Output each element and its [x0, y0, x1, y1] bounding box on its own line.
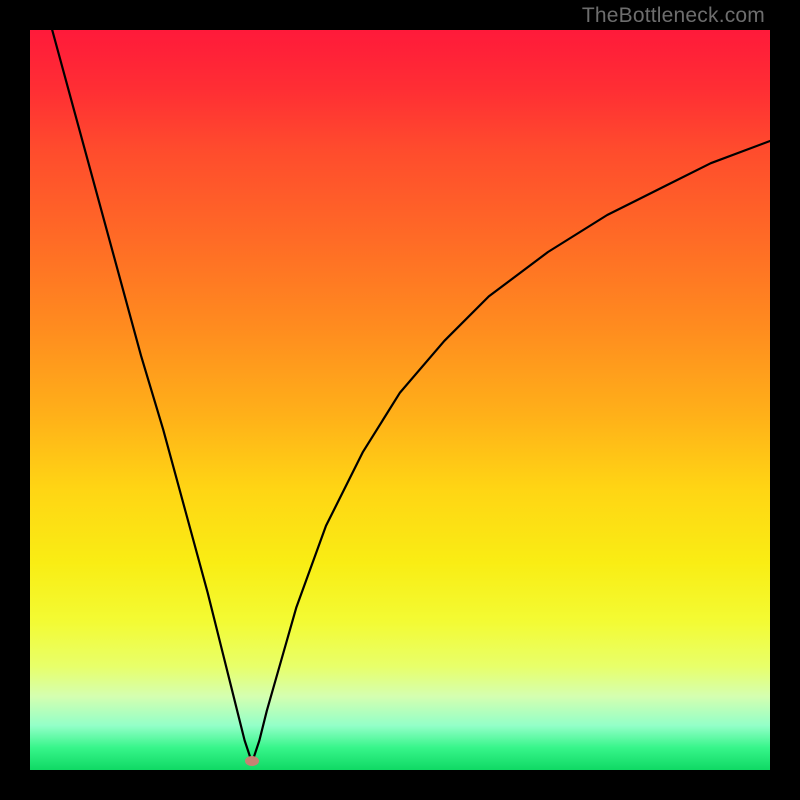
curve-layer	[30, 30, 770, 770]
watermark-text: TheBottleneck.com	[582, 4, 765, 28]
plot-area	[30, 30, 770, 770]
chart-frame: TheBottleneck.com	[0, 0, 800, 800]
optimal-point-marker	[245, 756, 259, 766]
bottleneck-curve	[52, 30, 770, 763]
